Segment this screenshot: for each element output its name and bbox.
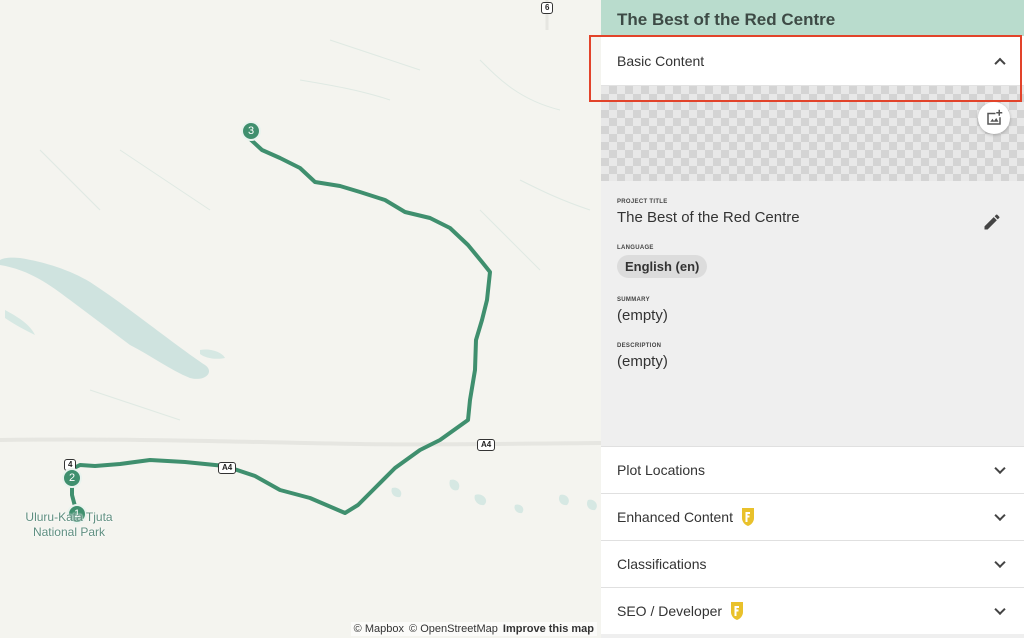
- project-title-value: The Best of the Red Centre: [617, 209, 800, 226]
- summary-field: SUMMARY (empty): [617, 297, 1008, 324]
- chevron-down-icon[interactable]: [994, 509, 1006, 522]
- panel-title: The Best of the Red Centre: [617, 10, 836, 29]
- route-shield-6: 6: [541, 2, 554, 14]
- chevron-down-icon[interactable]: [994, 462, 1006, 475]
- mapbox-attribution-link[interactable]: © Mapbox: [354, 623, 404, 635]
- park-label-line2: National Park: [32, 525, 106, 539]
- language-field: LANGUAGE English (en): [617, 245, 1008, 278]
- project-title-field: PROJECT TITLE The Best of the Red Centre: [617, 199, 1008, 226]
- route-shield-a4-east: A4: [477, 439, 496, 451]
- map-base-layer: [0, 0, 601, 515]
- route-shield-a4-center: A4: [218, 462, 237, 474]
- pencil-icon: [984, 214, 1000, 230]
- basic-content-label: Basic Content: [617, 52, 705, 69]
- chevron-up-icon[interactable]: [994, 57, 1006, 69]
- osm-attribution-link[interactable]: © OpenStreetMap: [409, 623, 498, 635]
- classifications-section[interactable]: Classifications: [601, 540, 1024, 587]
- add-image-button[interactable]: [978, 102, 1010, 134]
- classifications-label: Classifications: [617, 556, 707, 572]
- enhanced-content-section[interactable]: Enhanced Content: [601, 493, 1024, 540]
- map-canvas[interactable]: 6 A4 A4 4 3 2 1 Uluru-Kata Tjuta Nationa…: [0, 0, 601, 638]
- project-title-label: PROJECT TITLE: [617, 199, 668, 205]
- summary-label: SUMMARY: [617, 297, 650, 303]
- chevron-down-icon[interactable]: [994, 603, 1006, 616]
- basic-content-fields: PROJECT TITLE The Best of the Red Centre…: [601, 181, 1024, 446]
- description-label: DESCRIPTION: [617, 343, 662, 349]
- summary-value: (empty): [617, 307, 668, 324]
- add-photo-icon: [987, 109, 1003, 125]
- cover-image-placeholder: [601, 86, 1024, 181]
- lake-shape: [0, 257, 210, 379]
- seo-developer-label: SEO / Developer: [617, 603, 723, 619]
- panel-header: The Best of the Red Centre: [601, 0, 1024, 36]
- plot-locations-section[interactable]: Plot Locations: [601, 446, 1024, 493]
- language-label: LANGUAGE: [617, 245, 654, 251]
- improve-map-link[interactable]: Improve this map: [503, 623, 594, 635]
- chevron-down-icon[interactable]: [994, 556, 1006, 569]
- park-label: Uluru-Kata Tjuta National Park: [14, 510, 124, 540]
- side-panel: The Best of the Red Centre Basic Content…: [601, 0, 1024, 638]
- description-field: DESCRIPTION (empty): [617, 343, 1008, 370]
- app-root: 6 A4 A4 4 3 2 1 Uluru-Kata Tjuta Nationa…: [0, 0, 1024, 638]
- language-chip[interactable]: English (en): [617, 255, 708, 278]
- plot-locations-label: Plot Locations: [617, 462, 705, 478]
- premium-badge-icon: [729, 601, 745, 621]
- seo-developer-section[interactable]: SEO / Developer: [601, 587, 1024, 634]
- park-label-line1: Uluru-Kata Tjuta: [25, 510, 113, 524]
- description-value: (empty): [617, 353, 668, 370]
- enhanced-content-label: Enhanced Content: [617, 509, 733, 525]
- map-attribution: © Mapbox © OpenStreetMap Improve this ma…: [350, 622, 597, 636]
- route-marker-3[interactable]: 3: [241, 121, 261, 141]
- route-marker-2[interactable]: 2: [62, 468, 82, 488]
- premium-badge-icon: [740, 507, 756, 527]
- edit-title-button[interactable]: [982, 212, 1002, 237]
- basic-content-accordion-header[interactable]: Basic Content: [601, 36, 1024, 86]
